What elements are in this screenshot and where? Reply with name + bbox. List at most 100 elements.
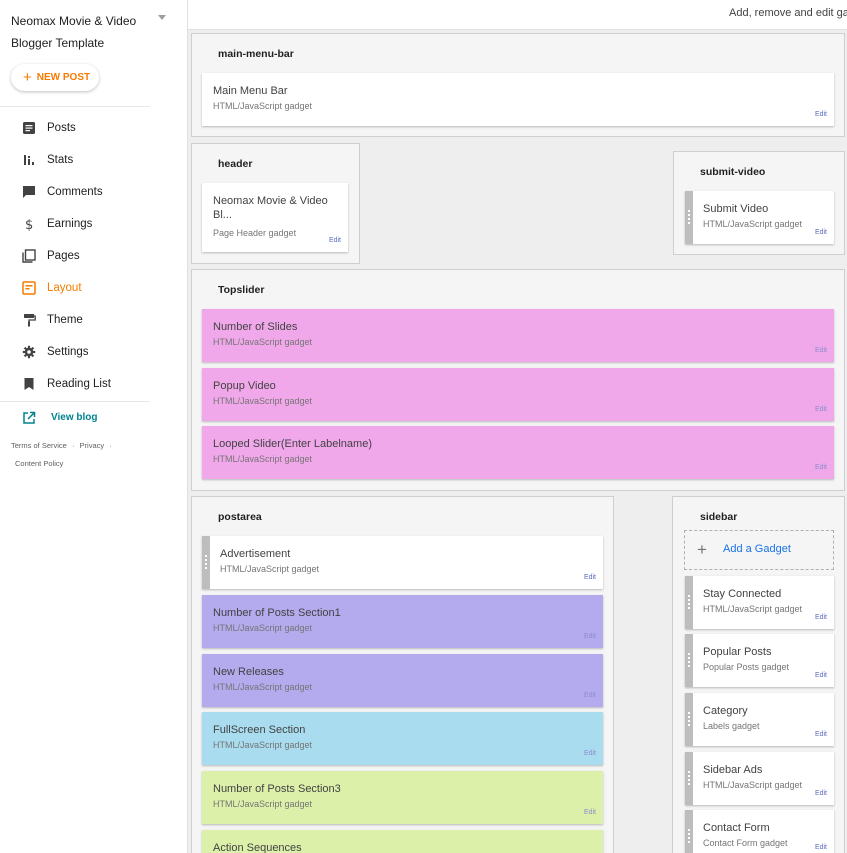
edit-link[interactable]: Edit — [584, 809, 596, 816]
gadget-number-of-slides[interactable]: Number of Slides HTML/JavaScript gadget … — [202, 309, 834, 362]
drag-handle[interactable] — [685, 576, 693, 629]
gadget-type: Contact Form gadget — [703, 838, 788, 848]
gadget-number-of-posts-section1[interactable]: Number of Posts Section1 HTML/JavaScript… — [202, 595, 603, 648]
edit-link[interactable]: Edit — [815, 672, 827, 679]
gadget-name: Neomax Movie & Video Bl... — [213, 195, 328, 221]
gadget-advertisement[interactable]: Advertisement HTML/JavaScript gadget Edi… — [202, 536, 603, 589]
section-title: submit-video — [700, 166, 766, 178]
gadget-name: Popular Posts — [703, 646, 772, 658]
sidebar-item-stats[interactable]: Stats — [0, 145, 150, 175]
sidebar-item-label: Posts — [47, 122, 76, 134]
sidebar-item-label: Comments — [47, 186, 103, 198]
sidebar-item-reading-list[interactable]: Reading List — [0, 369, 150, 399]
sidebar-item-theme[interactable]: Theme — [0, 305, 150, 335]
gadget-type: HTML/JavaScript gadget — [703, 780, 803, 790]
gadget-type: HTML/JavaScript gadget — [213, 799, 313, 809]
gadget-action-sequences[interactable]: Action Sequences HTML/JavaScript gadget — [202, 830, 603, 853]
edit-link[interactable]: Edit — [815, 406, 827, 413]
gadget-name: Number of Slides — [213, 321, 298, 333]
gadget-type: HTML/JavaScript gadget — [220, 564, 320, 574]
drag-handle[interactable] — [685, 693, 693, 746]
gadget-contact-form[interactable]: Contact Form Contact Form gadget Edit — [685, 810, 834, 853]
gadget-type: HTML/JavaScript gadget — [213, 682, 313, 692]
edit-link[interactable]: Edit — [815, 844, 827, 851]
edit-link[interactable]: Edit — [815, 790, 827, 797]
blog-switcher-caret-icon[interactable] — [158, 15, 166, 20]
drag-handle[interactable] — [202, 536, 210, 589]
sidebar-item-earnings[interactable]: $ Earnings — [0, 209, 150, 239]
edit-link[interactable]: Edit — [815, 464, 827, 471]
gadget-name: Category — [703, 705, 748, 717]
gadget-name: Sidebar Ads — [703, 764, 763, 776]
gadget-type: HTML/JavaScript gadget — [213, 454, 313, 464]
view-blog-label: View blog — [51, 412, 98, 423]
edit-link[interactable]: Edit — [815, 111, 827, 118]
content-policy-link[interactable]: Content Policy — [15, 459, 63, 468]
layout-editor: Add, remove and edit gadgets main-menu-b… — [188, 0, 847, 853]
terms-link[interactable]: Terms of Service — [11, 441, 67, 450]
edit-link[interactable]: Edit — [584, 750, 596, 757]
edit-link[interactable]: Edit — [815, 347, 827, 354]
gadget-popular-posts[interactable]: Popular Posts Popular Posts gadget Edit — [685, 634, 834, 687]
comments-icon — [23, 186, 35, 198]
gadget-name: Advertisement — [220, 548, 291, 560]
plus-icon: + — [23, 69, 32, 86]
plus-icon: + — [697, 540, 707, 559]
sidebar-item-pages[interactable]: Pages — [0, 241, 150, 271]
section-title: postarea — [218, 511, 262, 523]
gadget-number-of-posts-section3[interactable]: Number of Posts Section3 HTML/JavaScript… — [202, 771, 603, 824]
sidebar-item-label: Settings — [47, 346, 89, 358]
gadget-name: Action Sequences — [213, 842, 302, 853]
sidebar-item-settings[interactable]: Settings — [0, 337, 150, 367]
gadget-popup-video[interactable]: Popup Video HTML/JavaScript gadget Edit — [202, 368, 834, 421]
section-title: header — [218, 158, 253, 170]
privacy-link[interactable]: Privacy — [80, 441, 105, 450]
sidebar-divider — [0, 401, 150, 402]
view-blog-link[interactable]: View blog — [0, 408, 150, 428]
new-post-button[interactable]: + NEW POST — [11, 64, 99, 91]
gadget-main-menu-bar[interactable]: Main Menu Bar HTML/JavaScript gadget Edi… — [202, 73, 834, 126]
pages-icon — [22, 249, 36, 263]
sidebar-item-layout[interactable]: Layout — [0, 273, 150, 303]
footer-separator: · — [109, 441, 112, 450]
sidebar-divider — [0, 106, 150, 107]
add-gadget-button[interactable]: + Add a Gadget — [684, 530, 834, 570]
drag-handle[interactable] — [685, 191, 693, 244]
layout-icon — [22, 281, 36, 295]
edit-link[interactable]: Edit — [329, 237, 341, 244]
gadget-page-header[interactable]: Neomax Movie & Video Bl... Page Header g… — [202, 183, 348, 252]
gadget-category[interactable]: Category Labels gadget Edit — [685, 693, 834, 746]
sidebar-item-comments[interactable]: Comments — [0, 177, 150, 207]
gadget-name: Number of Posts Section3 — [213, 783, 341, 795]
gadget-looped-slider[interactable]: Looped Slider(Enter Labelname) HTML/Java… — [202, 426, 834, 479]
gadget-type: HTML/JavaScript gadget — [213, 337, 313, 347]
edit-link[interactable]: Edit — [584, 692, 596, 699]
gadget-name: Submit Video — [703, 203, 769, 215]
gadget-type: HTML/JavaScript gadget — [703, 604, 803, 614]
edit-link[interactable]: Edit — [584, 633, 596, 640]
footer-links: Terms of Service · Privacy · Content Pol… — [11, 437, 151, 473]
gadget-new-releases[interactable]: New Releases HTML/JavaScript gadget Edit — [202, 654, 603, 707]
drag-handle[interactable] — [685, 810, 693, 853]
sidebar-item-label: Layout — [47, 282, 82, 294]
theme-icon — [24, 314, 36, 327]
gadget-name: Number of Posts Section1 — [213, 607, 341, 619]
drag-handle[interactable] — [685, 752, 693, 805]
gadget-fullscreen-section[interactable]: FullScreen Section HTML/JavaScript gadge… — [202, 712, 603, 765]
drag-handle[interactable] — [685, 634, 693, 687]
gadget-sidebar-ads[interactable]: Sidebar Ads HTML/JavaScript gadget Edit — [685, 752, 834, 805]
edit-link[interactable]: Edit — [815, 614, 827, 621]
blog-title[interactable]: Neomax Movie & Video Blogger Template — [11, 10, 161, 54]
sidebar-item-label: Theme — [47, 314, 83, 326]
edit-link[interactable]: Edit — [815, 229, 827, 236]
gadget-stay-connected[interactable]: Stay Connected HTML/JavaScript gadget Ed… — [685, 576, 834, 629]
left-sidebar: Neomax Movie & Video Blogger Template + … — [0, 0, 188, 853]
edit-link[interactable]: Edit — [815, 731, 827, 738]
sidebar-item-label: Pages — [47, 250, 80, 262]
footer-separator: · — [71, 441, 75, 450]
gadget-submit-video[interactable]: Submit Video HTML/JavaScript gadget Edit — [685, 191, 834, 244]
sidebar-item-posts[interactable]: Posts — [0, 113, 150, 143]
gadget-name: FullScreen Section — [213, 724, 306, 736]
page-hint: Add, remove and edit gadgets — [729, 7, 847, 19]
edit-link[interactable]: Edit — [584, 574, 596, 581]
